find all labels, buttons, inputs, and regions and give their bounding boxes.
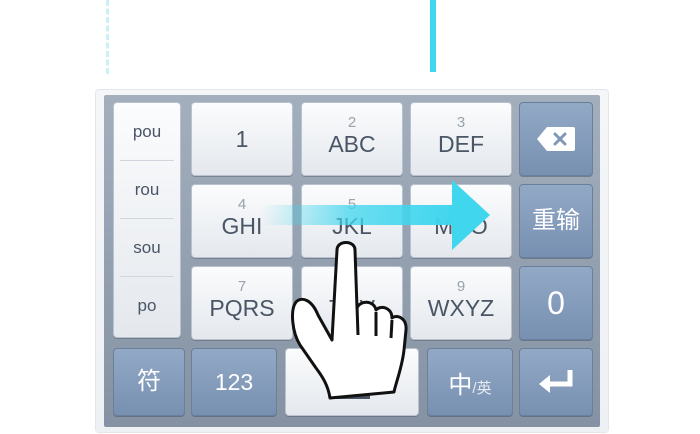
- key-label: JKL: [332, 213, 372, 239]
- key-2-abc[interactable]: 2 ABC: [301, 102, 403, 176]
- key-1[interactable]: 1: [191, 102, 293, 176]
- candidate-item[interactable]: rou: [114, 161, 180, 218]
- candidate-item[interactable]: pou: [114, 103, 180, 160]
- language-label: 中/英: [448, 365, 491, 400]
- key-digit: 7: [237, 278, 247, 295]
- key-digit: 4: [237, 196, 247, 213]
- space-key[interactable]: [285, 348, 419, 416]
- key-3-def[interactable]: 3 DEF: [410, 102, 512, 176]
- key-digit: 3: [456, 114, 466, 131]
- key-label: GHI: [221, 213, 263, 239]
- key-label: DEF: [438, 131, 484, 157]
- backspace-icon: [536, 126, 576, 152]
- key-digit: 2: [347, 114, 357, 131]
- key-digit: 8: [347, 278, 357, 295]
- number-mode-button[interactable]: 123: [191, 348, 277, 416]
- key-label: 1: [235, 126, 249, 152]
- key-label: 0: [547, 285, 565, 321]
- key-4-ghi[interactable]: 4 GHI: [191, 184, 293, 258]
- key-digit: 5: [347, 196, 357, 213]
- key-5-jkl[interactable]: 5 JKL: [301, 184, 403, 258]
- key-8-tuv[interactable]: 8 TUV: [301, 266, 403, 340]
- cyan-line-decoration: [430, 0, 436, 72]
- key-label: 123: [214, 369, 254, 395]
- dashed-line-decoration: [106, 0, 109, 74]
- key-label: ABC: [328, 131, 376, 157]
- symbol-button[interactable]: 符: [113, 348, 185, 416]
- key-digit: 9: [456, 278, 466, 295]
- candidate-item[interactable]: sou: [114, 219, 180, 276]
- key-6-mno[interactable]: 6 MNO: [410, 184, 512, 258]
- enter-button[interactable]: [519, 348, 593, 416]
- key-9-wxyz[interactable]: 9 WXYZ: [410, 266, 512, 340]
- reset-input-button[interactable]: 重输: [519, 184, 593, 258]
- english-label: /英: [472, 379, 492, 397]
- key-label: WXYZ: [427, 295, 495, 321]
- language-switch-button[interactable]: 中/英: [427, 348, 513, 416]
- chinese-label: 中: [448, 371, 473, 399]
- key-label: TUV: [329, 295, 375, 321]
- key-7-pqrs[interactable]: 7 PQRS: [191, 266, 293, 340]
- pinyin-candidate-list: pou rou sou po: [113, 102, 181, 338]
- space-icon: [334, 391, 370, 399]
- enter-icon: [537, 370, 575, 394]
- candidate-item[interactable]: po: [114, 277, 180, 334]
- key-label: PQRS: [209, 295, 275, 321]
- key-label: 重输: [532, 207, 580, 234]
- key-label: MNO: [434, 213, 488, 239]
- backspace-button[interactable]: [519, 102, 593, 176]
- key-0[interactable]: 0: [519, 266, 593, 340]
- key-label: 符: [137, 368, 161, 395]
